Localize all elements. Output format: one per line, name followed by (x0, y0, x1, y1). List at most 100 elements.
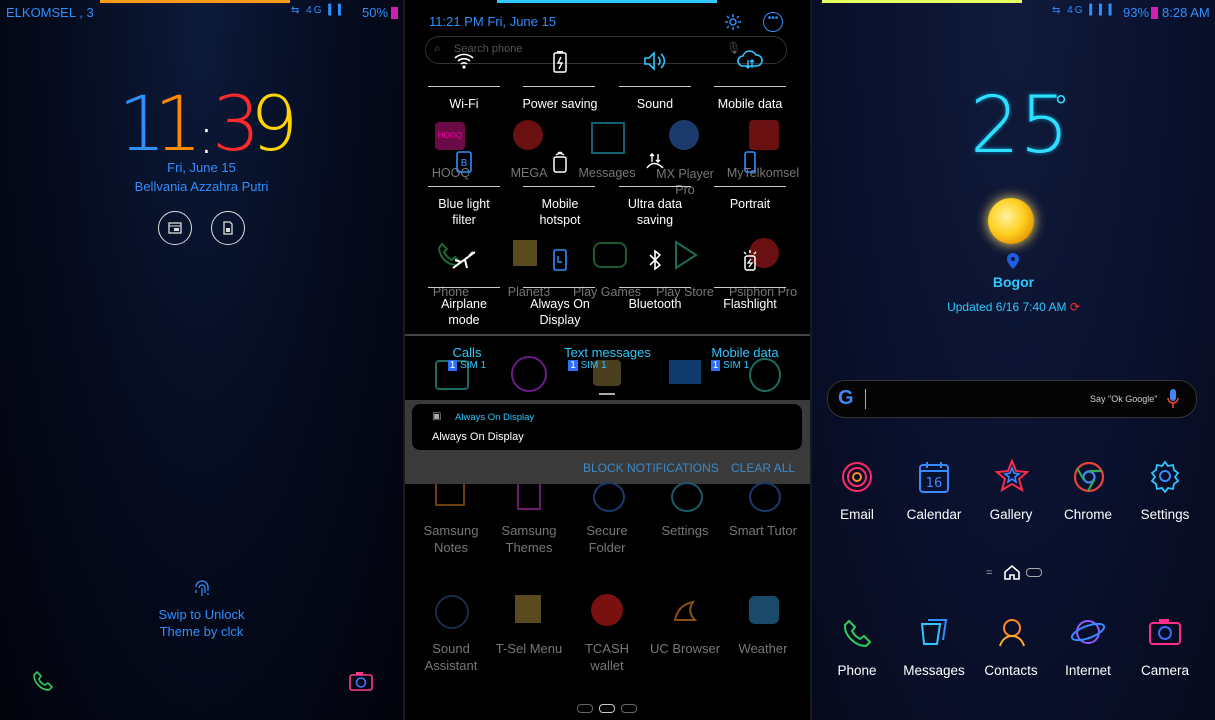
gallery-icon[interactable] (994, 458, 1030, 499)
status-accent-bar (100, 0, 290, 3)
clock-digit-m2: 9 (250, 79, 299, 168)
refresh-icon[interactable]: ⟳ (1070, 300, 1080, 314)
shade-date-text: Fri, June 15 (487, 14, 556, 29)
status-icons: ⇆ 4G ▍▍▍ (1052, 5, 1118, 16)
app-label[interactable]: Secure Folder (567, 522, 647, 556)
status-accent-bar (497, 0, 717, 3)
lock-shortcut-right[interactable] (211, 211, 245, 245)
mic-icon[interactable] (1166, 387, 1180, 416)
portrait-icon (744, 151, 756, 173)
sim-label: SIM 1 (723, 360, 750, 371)
flashlight-icon (743, 250, 757, 271)
qs-label: Power saving (522, 97, 598, 111)
notification-text: Always On Display (432, 431, 524, 443)
signal-icon: ▍▍ (328, 5, 348, 16)
search-cursor (865, 389, 866, 409)
page-dot-active (599, 704, 615, 713)
qs-tile-blue-light[interactable]: B (426, 150, 502, 179)
app-label[interactable]: Chrome (1048, 507, 1128, 522)
lock-date: Fri, June 15 (167, 160, 236, 175)
chrome-icon[interactable] (1072, 460, 1106, 499)
app-label[interactable]: Smart Tutor (723, 522, 803, 539)
google-search-bar[interactable]: G Say "Ok Google" (827, 380, 1197, 418)
notification-card[interactable]: ▣ Always On Display Always On Display (412, 404, 802, 450)
calendar-icon[interactable]: 16 (918, 460, 950, 499)
internet-icon[interactable] (1070, 614, 1106, 655)
mobile-data-icon (737, 50, 763, 69)
app-label[interactable]: T-Sel Menu (489, 640, 569, 657)
app-label[interactable]: TCASH wallet (567, 640, 647, 674)
block-notifications-button[interactable]: BLOCK NOTIFICATIONS (583, 461, 719, 475)
blue-light-icon: B (456, 151, 472, 173)
calendar-widget-icon (168, 222, 182, 234)
sim-pref-calls[interactable]: Calls 1 SIM 1 (427, 345, 507, 371)
notification-shade: 11:21 PM Fri, June 15 ••• ⌕ Search phone… (405, 0, 810, 720)
app-label[interactable]: Internet (1048, 663, 1128, 678)
ghost-app-icon-mytelkomsel (749, 120, 779, 150)
sim-pref-texts[interactable]: Text messages 1 SIM 1 (555, 345, 660, 371)
lock-clock: 1 1 : 3 9 (118, 86, 298, 166)
app-label[interactable]: Gallery (971, 507, 1051, 522)
temperature-degree: ° (1055, 90, 1067, 123)
ghost-app-icon-hooq: HOOQ (435, 122, 465, 150)
ghost-app-icon-tcash (591, 594, 623, 626)
app-label[interactable]: Settings (1125, 507, 1205, 522)
messages-icon[interactable] (918, 616, 950, 653)
camera-icon[interactable] (1148, 616, 1182, 651)
ghost-app-icon-notes (435, 484, 465, 506)
qs-tile-sound[interactable] (617, 50, 693, 77)
qs-tile-ultra-data[interactable] (617, 150, 693, 179)
ghost-app-icon-mega (513, 120, 543, 150)
app-label[interactable]: Settings (645, 522, 725, 539)
sim-pref-data-label: Mobile data (711, 345, 779, 360)
settings-icon[interactable] (723, 12, 743, 37)
sim-pref-calls-label: Calls (452, 345, 482, 360)
qs-tile-portrait[interactable] (712, 150, 788, 179)
fingerprint-icon[interactable] (191, 579, 213, 606)
page-indicator[interactable] (577, 702, 639, 714)
phone-shortcut-icon[interactable] (32, 670, 54, 697)
theme-credit: Theme by clck (159, 624, 244, 639)
clear-all-button[interactable]: CLEAR ALL (731, 461, 795, 475)
owner-info: Bellvania Azzahra Putri (134, 179, 269, 194)
svg-text:B: B (461, 158, 468, 169)
qs-label: Airplane mode (441, 297, 487, 327)
app-label[interactable]: Contacts (971, 663, 1051, 678)
app-label[interactable]: Samsung Themes (489, 522, 569, 556)
settings-gear-icon[interactable] (1148, 459, 1182, 498)
app-label[interactable]: Phone (817, 663, 897, 678)
lock-shortcut-left[interactable] (158, 211, 192, 245)
app-label[interactable]: UC Browser (645, 640, 725, 657)
more-options-icon[interactable]: ••• (763, 12, 783, 32)
app-label[interactable]: Messages (894, 663, 974, 678)
weather-city[interactable]: Bogor (812, 274, 1215, 290)
app-label[interactable]: Calendar (894, 507, 974, 522)
qs-tile-flashlight[interactable] (712, 248, 788, 277)
app-label[interactable]: Camera (1125, 663, 1205, 678)
qs-tile-bluetooth[interactable] (617, 248, 693, 277)
qs-tile-mobile-data[interactable] (712, 50, 788, 77)
phone-icon[interactable] (842, 618, 872, 653)
camera-shortcut-icon[interactable] (348, 670, 374, 697)
qs-tile-aod[interactable] (522, 248, 598, 277)
ghost-app-icon-ucbrowser (669, 594, 701, 626)
battery-percent: 93% (1123, 5, 1150, 20)
sound-icon (644, 51, 666, 71)
app-label[interactable]: Email (817, 507, 897, 522)
qs-tile-airplane[interactable] (426, 248, 502, 277)
app-label[interactable]: Weather (723, 640, 803, 657)
drag-handle[interactable] (599, 393, 615, 395)
app-label[interactable]: Sound Assistant (411, 640, 491, 674)
sim-card-icon (223, 221, 233, 235)
sim-pref-data[interactable]: Mobile data 1 SIM 1 (700, 345, 790, 371)
battery-icon (391, 7, 398, 19)
qs-tile-wifi[interactable] (426, 50, 502, 77)
qs-tile-power-saving[interactable] (522, 50, 598, 79)
email-icon[interactable] (840, 460, 874, 499)
app-label[interactable]: Samsung Notes (411, 522, 491, 556)
qs-tile-hotspot[interactable] (522, 150, 598, 179)
contacts-icon[interactable] (996, 616, 1028, 653)
ghost-app-icon-themes (517, 484, 541, 510)
page-indicator[interactable]: = (984, 564, 1048, 582)
sim-label: SIM 1 (460, 360, 487, 371)
